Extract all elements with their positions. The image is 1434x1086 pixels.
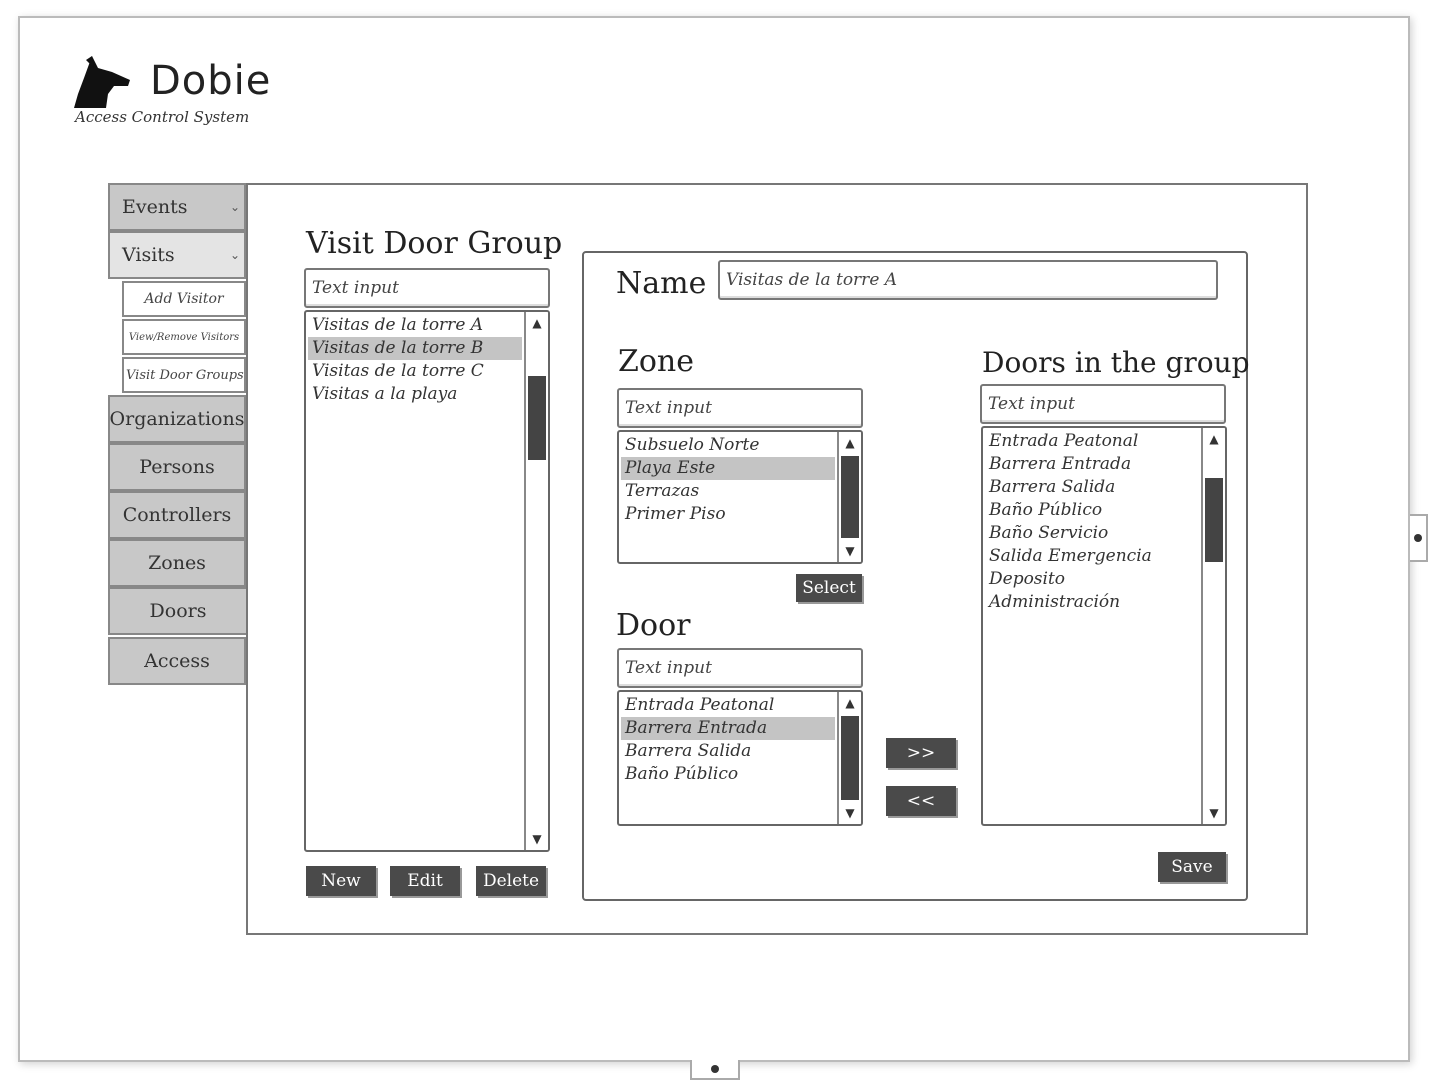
list-item[interactable]: Baño Público — [985, 499, 1199, 522]
page-title: Visit Door Group — [306, 226, 563, 261]
door-label: Door — [616, 608, 691, 643]
chevron-down-icon: ⌄ — [229, 248, 240, 262]
triangle-down-icon[interactable]: ▼ — [526, 828, 548, 850]
list-item[interactable]: Administración — [985, 591, 1199, 614]
delete-button[interactable]: Delete — [476, 866, 546, 896]
name-input[interactable] — [718, 260, 1218, 300]
sidebar-item-organizations[interactable]: Organizations — [108, 395, 246, 443]
resize-handle-bottom[interactable] — [690, 1060, 740, 1080]
door-list-scrollbar[interactable]: ▲ ▼ — [837, 692, 861, 824]
list-item[interactable]: Visitas de la torre C — [308, 360, 522, 383]
list-item[interactable]: Baño Público — [621, 763, 835, 786]
name-label: Name — [616, 266, 707, 301]
sidebar-item-access[interactable]: Access — [108, 637, 246, 685]
scroll-thumb[interactable] — [528, 376, 546, 460]
sidebar-item-label: Zones — [148, 552, 206, 574]
edit-button[interactable]: Edit — [390, 866, 460, 896]
zone-search-input[interactable] — [617, 388, 863, 428]
list-item[interactable]: Entrada Peatonal — [985, 430, 1199, 453]
list-item[interactable]: Terrazas — [621, 480, 835, 503]
sidebar-item-zones[interactable]: Zones — [108, 539, 246, 587]
chevron-down-icon: ⌄ — [229, 200, 240, 214]
sidebar-item-label: Visits — [122, 244, 175, 266]
sidebar-item-label: Events — [122, 196, 188, 218]
group-list[interactable]: Visitas de la torre A Visitas de la torre… — [304, 310, 550, 852]
sidebar-subitem-label: Visit Door Groups — [126, 367, 244, 383]
list-item[interactable]: Subsuelo Norte — [621, 434, 835, 457]
handle-dot-icon — [1414, 534, 1422, 542]
sidebar-item-label: Doors — [149, 600, 207, 622]
list-item[interactable]: Primer Piso — [621, 503, 835, 526]
sidebar-item-label: Persons — [139, 456, 215, 478]
list-item[interactable]: Salida Emergencia — [985, 545, 1199, 568]
group-list-scrollbar[interactable]: ▲ ▼ — [524, 312, 548, 850]
zone-label: Zone — [618, 344, 694, 379]
list-item[interactable]: Baño Servicio — [985, 522, 1199, 545]
sidebar-subitem-label: Add Visitor — [144, 291, 224, 307]
sidebar-item-label: Organizations — [109, 408, 245, 430]
sidebar-subitem-visit-door-groups[interactable]: Visit Door Groups — [122, 357, 246, 393]
sidebar-item-doors[interactable]: Doors — [108, 587, 248, 635]
doors-in-group-label: Doors in the group — [982, 346, 1250, 379]
sidebar-item-visits[interactable]: Visits ⌄ — [108, 231, 246, 279]
list-item[interactable]: Deposito — [985, 568, 1199, 591]
resize-handle-right[interactable] — [1410, 514, 1428, 562]
scroll-thumb[interactable] — [1205, 478, 1223, 562]
logo-subtitle: Access Control System — [75, 108, 250, 126]
list-item[interactable]: Visitas de la torre A — [308, 314, 522, 337]
group-list-items: Visitas de la torre A Visitas de la torre… — [308, 314, 522, 406]
doors-in-group-scrollbar[interactable]: ▲ ▼ — [1201, 428, 1225, 824]
sidebar-item-label: Controllers — [122, 504, 232, 526]
triangle-up-icon[interactable]: ▲ — [526, 312, 548, 334]
list-item[interactable]: Visitas de la torre B — [308, 337, 522, 360]
sidebar-subitem-add-visitor[interactable]: Add Visitor — [122, 281, 246, 317]
sidebar-item-events[interactable]: Events ⌄ — [108, 183, 246, 231]
list-item[interactable]: Barrera Salida — [985, 476, 1199, 499]
sidebar-subitem-label: View/Remove Visitors — [128, 331, 240, 343]
door-list-items: Entrada Peatonal Barrera Entrada Barrera S… — [621, 694, 835, 786]
zone-list-scrollbar[interactable]: ▲ ▼ — [837, 432, 861, 562]
remove-door-button[interactable]: << — [886, 786, 956, 816]
triangle-up-icon[interactable]: ▲ — [839, 692, 861, 714]
handle-dot-icon — [711, 1065, 719, 1073]
doors-in-group-list[interactable]: Entrada Peatonal Barrera Entrada Barrera S… — [981, 426, 1227, 826]
group-search-input[interactable] — [304, 268, 550, 308]
scroll-thumb[interactable] — [841, 716, 859, 800]
sidebar-item-label: Access — [144, 650, 210, 672]
logo-title: Dobie — [150, 58, 272, 104]
sidebar-item-controllers[interactable]: Controllers — [108, 491, 246, 539]
scroll-thumb[interactable] — [841, 456, 859, 538]
zone-list-items: Subsuelo Norte Playa Este Terrazas Primer P… — [621, 434, 835, 526]
add-door-button[interactable]: >> — [886, 738, 956, 768]
new-button[interactable]: New — [306, 866, 376, 896]
list-item[interactable]: Playa Este — [621, 457, 835, 480]
sidebar-subitem-view-remove-visitors[interactable]: View/Remove Visitors — [122, 319, 246, 355]
doors-in-group-items: Entrada Peatonal Barrera Entrada Barrera S… — [985, 430, 1199, 614]
zone-list[interactable]: Subsuelo Norte Playa Este Terrazas Primer P… — [617, 430, 863, 564]
list-item[interactable]: Entrada Peatonal — [621, 694, 835, 717]
doors-in-group-search-input[interactable] — [980, 384, 1226, 424]
triangle-up-icon[interactable]: ▲ — [839, 432, 861, 454]
list-item[interactable]: Visitas a la playa — [308, 383, 522, 406]
select-zone-button[interactable]: Select — [796, 574, 862, 602]
triangle-down-icon[interactable]: ▼ — [839, 540, 861, 562]
list-item[interactable]: Barrera Entrada — [985, 453, 1199, 476]
list-item[interactable]: Barrera Entrada — [621, 717, 835, 740]
triangle-down-icon[interactable]: ▼ — [1203, 802, 1225, 824]
dog-head-icon — [74, 56, 130, 108]
triangle-up-icon[interactable]: ▲ — [1203, 428, 1225, 450]
door-search-input[interactable] — [617, 648, 863, 688]
sidebar-item-persons[interactable]: Persons — [108, 443, 246, 491]
door-list[interactable]: Entrada Peatonal Barrera Entrada Barrera S… — [617, 690, 863, 826]
save-button[interactable]: Save — [1158, 852, 1226, 882]
triangle-down-icon[interactable]: ▼ — [839, 802, 861, 824]
list-item[interactable]: Barrera Salida — [621, 740, 835, 763]
